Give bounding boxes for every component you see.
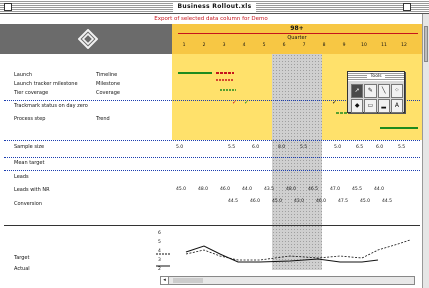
column-header: 11	[381, 43, 387, 48]
title-bar[interactable]: Business Rollout.xls	[0, 0, 429, 14]
value-cell: 46.0	[220, 187, 231, 192]
period-label: Quarter	[287, 35, 307, 41]
trend-chart	[156, 239, 411, 267]
close-box-icon[interactable]	[4, 3, 12, 11]
series-line	[185, 239, 411, 261]
tool-palette[interactable]: Tools ➚ ✎ ╲ ⁘ ◆ ▭ ▂ A	[347, 71, 405, 113]
column-header: 3	[222, 43, 226, 48]
row-label: Leads with NR	[14, 187, 50, 193]
row-unit: Trend	[96, 116, 110, 122]
value-cell: 45.5	[352, 187, 363, 192]
column-header: 4	[242, 43, 246, 48]
year-title: 98+	[290, 25, 304, 32]
value-cell: 43.0	[294, 199, 305, 204]
pencil-icon[interactable]: ✎	[364, 84, 377, 98]
row-unit: Milestone	[96, 81, 121, 87]
value-cell: 6.0	[252, 145, 260, 150]
value-cell: 46.0	[316, 199, 327, 204]
value-cell: 46.0	[250, 199, 261, 204]
column-header: 1	[182, 43, 186, 48]
value-cell: 5.5	[228, 145, 236, 150]
scroll-thumb[interactable]	[173, 278, 203, 283]
bucket-icon[interactable]: ◆	[351, 99, 364, 113]
shape-icon[interactable]: ▭	[364, 99, 377, 113]
chart-row-label: Target	[14, 255, 30, 261]
app-window: Business Rollout.xls Export of selected …	[0, 0, 429, 288]
value-cell: 45.0	[176, 187, 187, 192]
column-header: 8	[322, 43, 326, 48]
scroll-left-icon[interactable]: ◂	[161, 277, 169, 284]
row-divider	[4, 170, 420, 171]
zoom-box-icon[interactable]	[403, 3, 411, 11]
column-header: 6	[282, 43, 286, 48]
value-cell: 6.5	[356, 145, 364, 150]
value-cell: 6.0	[376, 145, 384, 150]
row-label: Process step	[14, 116, 46, 122]
value-cell: 47.0	[330, 187, 341, 192]
horizontal-scrollbar[interactable]: ◂	[160, 276, 415, 285]
subtitle: Export of selected data column for Demo	[154, 16, 268, 22]
scroll-thumb[interactable]	[424, 26, 428, 62]
value-cell: 48.0	[198, 187, 209, 192]
row-label: Tier coverage	[14, 90, 49, 96]
value-cell: 44.5	[382, 199, 393, 204]
row-unit: Coverage	[96, 90, 120, 96]
value-cell: 44.0	[374, 187, 385, 192]
value-cell: 45.0	[272, 199, 283, 204]
row-divider	[4, 140, 420, 141]
header-rule	[178, 33, 418, 34]
row-label: Trackmark status on day zero	[14, 103, 88, 109]
column-headers: 1 2 3 4 5 6 7 8 9 10 11 12	[172, 43, 422, 53]
value-cell: 48.0	[286, 187, 297, 192]
row-label: Sample size	[14, 144, 45, 150]
value-cell: 5.5	[300, 145, 308, 150]
row-label: Mean target	[14, 160, 45, 166]
text-icon[interactable]: A	[390, 99, 403, 113]
row-label: Leads	[14, 174, 29, 180]
column-header: 9	[342, 43, 346, 48]
spray-icon[interactable]: ⁘	[390, 84, 403, 98]
value-cell: 43.5	[264, 187, 275, 192]
value-cell: 5.0	[176, 145, 184, 150]
window-title: Business Rollout.xls	[172, 2, 257, 12]
value-cell: 47.5	[338, 199, 349, 204]
row-label: Launch	[14, 72, 33, 78]
palette-tools: ➚ ✎ ╲ ⁘ ◆ ▭ ▂ A	[351, 84, 403, 113]
column-header: 7	[302, 43, 306, 48]
row-divider	[4, 157, 420, 158]
row-label: Launch tracker milestone	[14, 81, 78, 87]
check-mark: ✓	[332, 99, 337, 106]
value-cell: 45.0	[360, 199, 371, 204]
diamond-logo-icon	[78, 29, 98, 49]
line-icon[interactable]: ╲	[377, 84, 390, 98]
value-cell: 46.5	[308, 187, 319, 192]
column-header: 5	[262, 43, 266, 48]
chart-row-label: Actual	[14, 266, 30, 272]
column-header: 2	[202, 43, 206, 48]
value-cell: 5.0	[334, 145, 342, 150]
palette-title-bar[interactable]: Tools	[348, 72, 404, 81]
column-header: 10	[361, 43, 367, 48]
value-cell: 44.5	[228, 199, 239, 204]
value-cell: 5.5	[398, 145, 406, 150]
vertical-scrollbar[interactable]	[422, 14, 429, 288]
value-cell: 8.0	[278, 145, 286, 150]
value-cell: 44.0	[242, 187, 253, 192]
pointer-icon[interactable]: ➚	[351, 84, 364, 98]
bar-icon[interactable]: ▂	[377, 99, 390, 113]
section-divider	[4, 225, 420, 226]
check-mark: ✓	[244, 99, 249, 106]
check-mark: ✓	[232, 99, 237, 106]
column-header: 12	[401, 43, 407, 48]
row-label: Conversion	[14, 201, 43, 207]
row-unit: Timeline	[96, 72, 118, 78]
palette-title: Tools	[367, 74, 385, 79]
timeline-marks: ✓ ✓ ✓	[178, 72, 337, 106]
